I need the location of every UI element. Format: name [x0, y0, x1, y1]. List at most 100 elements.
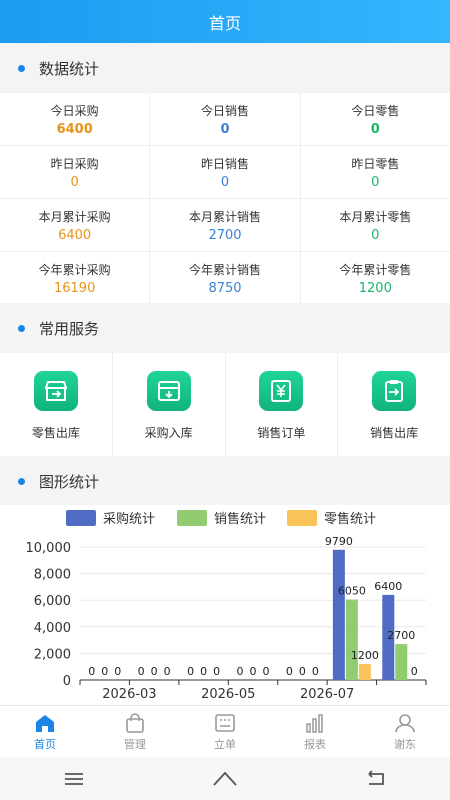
back-icon[interactable] — [365, 769, 387, 788]
data-label: 9790 — [325, 535, 353, 548]
bar — [358, 664, 371, 680]
section-title: 常用服务 — [39, 319, 100, 338]
form-icon — [215, 713, 235, 732]
bar — [345, 599, 358, 680]
stats-row-yesterday: 昨日采购 0 昨日销售 0 昨日零售 0 — [0, 146, 450, 199]
stat-cell[interactable]: 今年累计零售 1200 — [301, 252, 450, 304]
service-label: 销售订单 — [257, 426, 306, 440]
home-outline-icon[interactable] — [212, 770, 238, 788]
tab-label: 管理 — [124, 737, 146, 751]
stat-label: 本月累计采购 — [38, 209, 111, 224]
data-label: 2700 — [387, 629, 415, 642]
service-sales-order[interactable]: 销售订单 — [226, 353, 339, 456]
stat-value: 0 — [371, 227, 380, 243]
data-label: 0 — [164, 665, 171, 678]
service-purchase-in[interactable]: 采购入库 — [113, 353, 226, 456]
app-header: 首页 — [0, 0, 450, 43]
stat-cell[interactable]: 本月累计采购 6400 — [0, 199, 151, 251]
legend-label: 零售统计 — [324, 511, 376, 527]
stat-cell[interactable]: 今日销售 0 — [150, 93, 301, 145]
stat-cell[interactable]: 本月累计销售 2700 — [150, 199, 301, 251]
stat-cell[interactable]: 今日零售 0 — [301, 93, 450, 145]
stat-value: 1200 — [358, 280, 392, 296]
stat-label: 昨日采购 — [50, 156, 99, 171]
stat-value: 0 — [371, 174, 380, 190]
tab-label: 首页 — [34, 737, 56, 751]
y-tick-label: 4,000 — [34, 621, 71, 636]
stat-label: 今年累计采购 — [38, 262, 111, 277]
stat-cell[interactable]: 今年累计销售 8750 — [150, 252, 301, 304]
services-grid: 零售出库 采购入库 销售订单 销售出库 — [0, 353, 450, 456]
section-bullet — [18, 64, 25, 72]
data-label: 0 — [250, 665, 257, 678]
stat-label: 本月累计销售 — [188, 209, 261, 224]
stat-cell[interactable]: 昨日销售 0 — [150, 146, 301, 198]
stat-label: 今日零售 — [351, 103, 400, 118]
bag-icon — [126, 712, 144, 733]
stats-grid: 今日采购 6400 今日销售 0 今日零售 0 昨日采购 0 昨日销售 0 昨日零售 0 本… — [0, 93, 450, 304]
legend-swatch — [66, 510, 96, 526]
data-label: 0 — [114, 665, 121, 678]
bar-chart-icon — [306, 713, 323, 733]
stat-value: 6400 — [58, 227, 92, 243]
stat-cell[interactable]: 今日采购 6400 — [0, 93, 151, 145]
stat-value: 0 — [220, 121, 230, 137]
stat-label: 本月累计零售 — [339, 209, 412, 224]
stat-cell[interactable]: 本月累计零售 0 — [301, 199, 450, 251]
clipboard-out-icon — [372, 371, 417, 411]
section-bullet — [18, 324, 25, 332]
service-sales-out[interactable]: 销售出库 — [338, 353, 450, 456]
menu-icon[interactable] — [63, 771, 85, 787]
stat-label: 今日销售 — [200, 103, 249, 118]
data-label: 0 — [286, 665, 293, 678]
user-icon — [395, 713, 415, 732]
data-label: 0 — [138, 665, 145, 678]
stat-value: 6400 — [56, 121, 93, 137]
tab-manage[interactable]: 管理 — [90, 706, 180, 758]
stat-label: 今日采购 — [50, 103, 99, 118]
stat-label: 昨日零售 — [351, 156, 400, 171]
data-label: 0 — [411, 665, 418, 678]
bottom-tab-bar: 首页 管理 立单 报表 谢东 — [0, 705, 450, 758]
service-label: 采购入库 — [144, 426, 193, 440]
tab-report[interactable]: 报表 — [270, 706, 360, 758]
bar-chart: 采购统计 销售统计 零售统计 0 2,000 4,000 6,000 8,000 10,000 0… — [26, 510, 427, 702]
section-header-stats: 数据统计 — [0, 43, 450, 93]
section-title: 数据统计 — [39, 59, 100, 78]
tab-home[interactable]: 首页 — [0, 706, 90, 758]
page-title: 首页 — [208, 13, 241, 33]
data-label: 0 — [299, 665, 306, 678]
stat-label: 今年累计零售 — [339, 262, 412, 277]
stats-row-today: 今日采购 6400 今日销售 0 今日零售 0 — [0, 93, 450, 146]
data-label: 0 — [237, 665, 244, 678]
section-bullet — [18, 477, 25, 485]
yuan-order-icon — [259, 371, 304, 411]
stat-cell[interactable]: 今年累计采购 16190 — [0, 252, 151, 304]
tab-label: 立单 — [214, 737, 236, 751]
section-header-services: 常用服务 — [0, 303, 450, 353]
legend-swatch — [177, 510, 207, 526]
stat-value: 2700 — [208, 227, 242, 243]
stat-cell[interactable]: 昨日零售 0 — [301, 146, 450, 198]
section-header-chart: 图形统计 — [0, 456, 450, 506]
stat-label: 今年累计销售 — [188, 262, 261, 277]
section-title: 图形统计 — [39, 472, 100, 491]
data-label: 6050 — [338, 585, 366, 598]
stat-label: 昨日销售 — [200, 156, 249, 171]
data-label: 0 — [187, 665, 194, 678]
data-label: 0 — [101, 665, 108, 678]
stat-cell[interactable]: 昨日采购 0 — [0, 146, 151, 198]
tab-order[interactable]: 立单 — [180, 706, 270, 758]
y-tick-label: 2,000 — [34, 647, 71, 662]
tab-label: 报表 — [304, 737, 326, 751]
data-label: 1200 — [351, 649, 379, 662]
system-nav-bar — [0, 757, 450, 800]
bar — [395, 644, 408, 680]
tab-profile[interactable]: 谢东 — [360, 706, 450, 758]
legend-swatch — [287, 510, 317, 526]
service-retail-out[interactable]: 零售出库 — [0, 353, 113, 456]
stat-value: 16190 — [53, 280, 96, 296]
y-tick-label: 0 — [63, 674, 71, 689]
data-label: 0 — [88, 665, 95, 678]
y-tick-label: 10,000 — [26, 541, 72, 556]
